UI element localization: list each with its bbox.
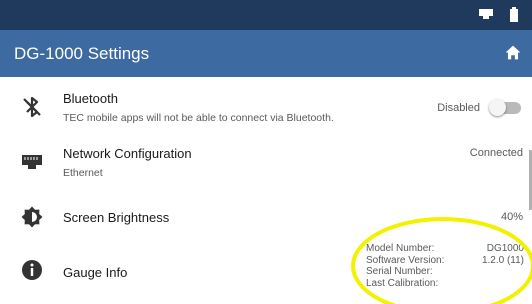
highlight-annotation [351, 217, 532, 304]
